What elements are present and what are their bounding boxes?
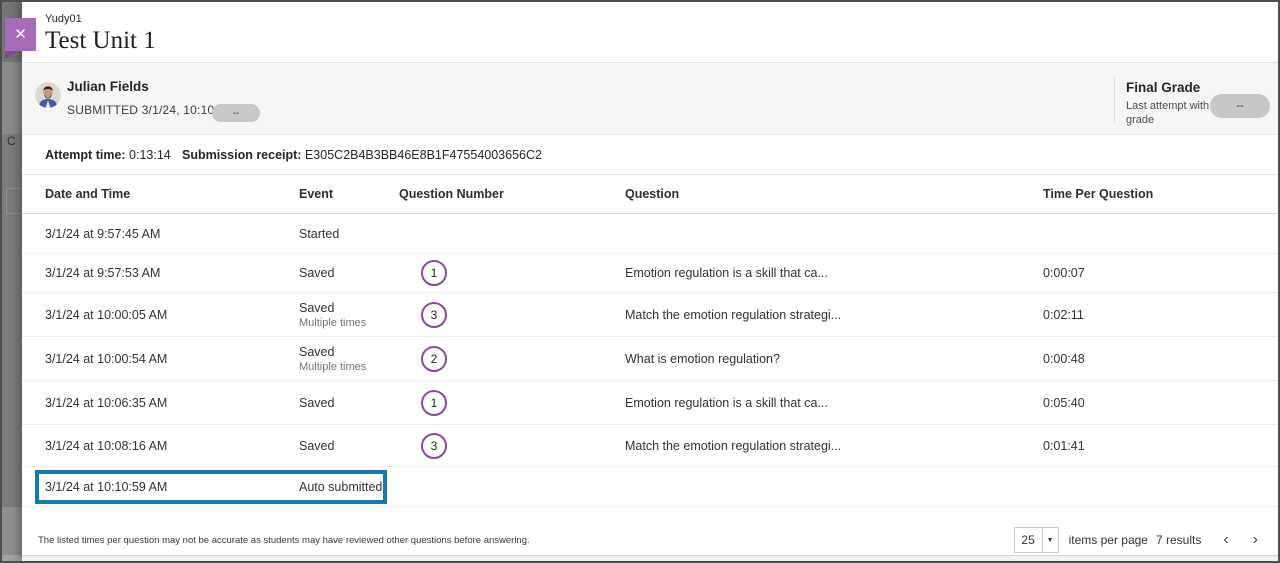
- table-row-focused[interactable]: 3/1/24 at 10:10:59 AM Auto submitted: [22, 467, 1278, 507]
- page-size-select[interactable]: 25 ▼: [1014, 527, 1059, 553]
- final-grade-pill[interactable]: --: [1210, 94, 1270, 118]
- cell-event-subtext: Multiple times: [299, 361, 399, 373]
- panel-bottom-strip: [22, 555, 1278, 563]
- background-button-edge: [6, 188, 21, 214]
- table-row[interactable]: 3/1/24 at 10:00:05 AM Saved Multiple tim…: [22, 293, 1278, 337]
- accuracy-note: The listed times per question may not be…: [38, 535, 530, 546]
- cell-event: Saved: [299, 345, 399, 359]
- dimmed-background-page: C: [2, 2, 22, 561]
- results-count: 7 results: [1156, 533, 1201, 547]
- close-icon: ✕: [14, 27, 27, 42]
- col-header-question: Question: [625, 187, 1043, 201]
- dropdown-arrow-icon: ▼: [1042, 528, 1058, 552]
- submission-receipt-label: Submission receipt:: [182, 148, 301, 162]
- col-header-event: Event: [299, 187, 399, 201]
- table-footer: The listed times per question may not be…: [22, 507, 1278, 555]
- cell-datetime: 3/1/24 at 10:08:16 AM: [45, 439, 299, 453]
- table-row[interactable]: 3/1/24 at 10:00:54 AM Saved Multiple tim…: [22, 337, 1278, 381]
- cell-event: Saved: [299, 439, 399, 453]
- cell-question: What is emotion regulation?: [625, 352, 1043, 366]
- background-lower-strip: [2, 507, 22, 555]
- cell-datetime: 3/1/24 at 10:00:05 AM: [45, 308, 299, 322]
- avatar-image: [35, 82, 61, 108]
- submission-receipt-value: E305C2B4B3BB46E8B1F47554003656C2: [305, 148, 542, 162]
- cell-event-subtext: Multiple times: [299, 317, 399, 329]
- cell-event: Saved: [299, 266, 399, 280]
- page-title: Test Unit 1: [45, 27, 1278, 55]
- cell-time: 0:01:41: [1043, 439, 1278, 453]
- cell-time: 0:00:48: [1043, 352, 1278, 366]
- cell-event: Auto submitted: [299, 480, 399, 494]
- table-header-row: Date and Time Event Question Number Ques…: [22, 175, 1278, 214]
- attempt-time: Attempt time: 0:13:14: [45, 148, 182, 162]
- cell-time: 0:00:07: [1043, 266, 1278, 280]
- question-number-badge: 1: [421, 260, 447, 286]
- cell-event: Started: [299, 227, 399, 241]
- question-number-badge: 3: [421, 433, 447, 459]
- final-grade-divider: [1114, 77, 1115, 122]
- question-number-badge: 2: [421, 346, 447, 372]
- cell-datetime: 3/1/24 at 10:00:54 AM: [45, 352, 299, 366]
- student-name: Julian Fields: [67, 79, 149, 94]
- cell-datetime: 3/1/24 at 9:57:53 AM: [45, 266, 299, 280]
- event-log-table: Date and Time Event Question Number Ques…: [22, 175, 1278, 507]
- cell-question: Emotion regulation is a skill that ca...: [625, 266, 1043, 280]
- student-summary-bar: Julian Fields SUBMITTED 3/1/24, 10:10 AM…: [22, 63, 1278, 135]
- submission-log-screen: C ✕ Yudy01 Test Unit 1: [0, 0, 1280, 563]
- cell-time: 0:02:11: [1043, 308, 1278, 322]
- table-row[interactable]: 3/1/24 at 9:57:53 AM Saved 1 Emotion reg…: [22, 254, 1278, 293]
- attempt-time-label: Attempt time:: [45, 148, 126, 162]
- attempt-time-value: 0:13:14: [129, 148, 171, 162]
- col-header-date-time: Date and Time: [45, 187, 299, 201]
- close-button-ribbon-fold: [5, 51, 20, 59]
- panel-header: Yudy01 Test Unit 1: [22, 2, 1278, 63]
- course-id: Yudy01: [45, 13, 1278, 25]
- background-footer-strip: [2, 555, 22, 563]
- table-row[interactable]: 3/1/24 at 9:57:45 AM Started: [22, 214, 1278, 254]
- cell-event: Saved: [299, 301, 399, 315]
- attempt-meta-row: Attempt time: 0:13:14 Submission receipt…: [22, 135, 1278, 175]
- submission-panel: Yudy01 Test Unit 1 Julian Fields: [22, 2, 1278, 561]
- cell-datetime: 3/1/24 at 10:10:59 AM: [45, 480, 299, 494]
- question-number-badge: 1: [421, 390, 447, 416]
- cell-question: Match the emotion regulation strategi...: [625, 308, 1043, 322]
- attempt-grade-pill[interactable]: --: [212, 104, 260, 122]
- items-per-page-label: items per page: [1069, 533, 1148, 547]
- student-avatar: [35, 82, 61, 108]
- cell-datetime: 3/1/24 at 9:57:45 AM: [45, 227, 299, 241]
- background-page-text: C: [7, 134, 16, 148]
- previous-page-icon[interactable]: ‹: [1219, 530, 1232, 550]
- cell-datetime: 3/1/24 at 10:06:35 AM: [45, 396, 299, 410]
- cell-question: Match the emotion regulation strategi...: [625, 439, 1043, 453]
- pagination: 25 ▼ items per page 7 results ‹ ›: [1014, 527, 1262, 553]
- close-panel-button[interactable]: ✕: [5, 18, 36, 51]
- page-size-value: 25: [1015, 528, 1042, 552]
- cell-event: Saved: [299, 396, 399, 410]
- submission-timestamp: SUBMITTED 3/1/24, 10:10 AM: [67, 103, 236, 117]
- submission-receipt: Submission receipt: E305C2B4B3BB46E8B1F4…: [182, 148, 542, 162]
- question-number-badge: 3: [421, 302, 447, 328]
- cell-time: 0:05:40: [1043, 396, 1278, 410]
- final-grade-label: Final Grade: [1126, 80, 1200, 95]
- col-header-time-per-question: Time Per Question: [1043, 187, 1278, 201]
- col-header-question-number: Question Number: [399, 187, 625, 201]
- table-row[interactable]: 3/1/24 at 10:08:16 AM Saved 3 Match the …: [22, 425, 1278, 467]
- final-grade-section: Final Grade Last attempt with a grade --: [1114, 63, 1278, 134]
- table-row[interactable]: 3/1/24 at 10:06:35 AM Saved 1 Emotion re…: [22, 381, 1278, 425]
- cell-question: Emotion regulation is a skill that ca...: [625, 396, 1043, 410]
- next-page-icon[interactable]: ›: [1249, 530, 1262, 550]
- background-band: C: [2, 62, 22, 134]
